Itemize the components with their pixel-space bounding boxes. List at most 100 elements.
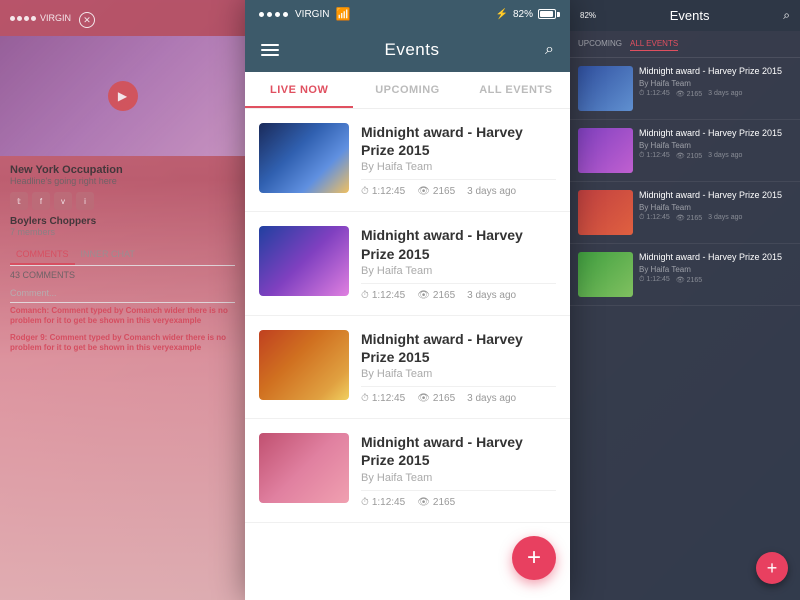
right-item-title-3: Midnight award - Harvey Prize 2015: [639, 190, 792, 202]
right-item-author-3: By Haifa Team: [639, 203, 792, 212]
event-views-4: 👁 2165: [417, 497, 455, 508]
status-bar: VIRGIN 📶 ⚡ 82%: [245, 0, 570, 28]
tab-all-events[interactable]: ALL EVENTS: [462, 72, 570, 108]
event-duration-3: ⏱ 1:12:45: [361, 393, 405, 404]
right-battery: 82%: [580, 11, 596, 20]
event-duration-1: ⏱ 1:12:45: [361, 186, 405, 197]
right-event-item-3[interactable]: Midnight award - Harvey Prize 2015 By Ha…: [570, 182, 800, 244]
time-value: 3 days ago: [467, 186, 516, 197]
search-button[interactable]: ⌕: [545, 41, 554, 59]
event-item-1[interactable]: Midnight award - Harvey Prize 2015 By Ha…: [245, 109, 570, 212]
left-panel-image: ▶: [0, 36, 245, 156]
event-item-2[interactable]: Midnight award - Harvey Prize 2015 By Ha…: [245, 212, 570, 315]
play-button[interactable]: ▶: [108, 81, 138, 111]
menu-line-2: [261, 49, 279, 51]
signal-dots: [10, 16, 36, 21]
event-time-2: 3 days ago: [467, 290, 516, 301]
event-duration-2: ⏱ 1:12:45: [361, 290, 405, 301]
app-title: Events: [385, 40, 440, 60]
battery-fill: [540, 11, 553, 17]
right-item-meta-4: ⏱ 1:12:45 👁 2165: [639, 276, 792, 284]
right-thumb-2: [578, 128, 633, 173]
event-body-2: Midnight award - Harvey Prize 2015 By Ha…: [361, 226, 556, 300]
duration-value: 1:12:45: [372, 497, 405, 508]
inner-chat-tab[interactable]: INNER CHAT: [75, 245, 141, 265]
clock-icon: ⏱: [361, 186, 369, 197]
comment-input[interactable]: Comment...: [10, 284, 235, 303]
tab-live-now[interactable]: LIVE NOW: [245, 72, 353, 108]
right-duration-4: ⏱ 1:12:45: [639, 276, 670, 284]
twitter-icon[interactable]: 𝕥: [10, 192, 28, 210]
right-duration-2: ⏱ 1:12:45: [639, 152, 670, 160]
tab-upcoming[interactable]: UPCOMING: [353, 72, 461, 108]
right-all-tab[interactable]: ALL EVENTS: [630, 37, 678, 51]
vimeo-icon[interactable]: v: [54, 192, 72, 210]
right-item-meta-2: ⏱ 1:12:45 👁 2105 3 days ago: [639, 152, 792, 160]
left-tabs: COMMENTS INNER CHAT: [10, 245, 235, 266]
right-search-icon[interactable]: ⌕: [783, 8, 790, 23]
close-button[interactable]: ✕: [79, 12, 95, 28]
left-subtitle: Headline's going right here: [10, 176, 235, 186]
right-views-2: 👁 2105: [676, 152, 702, 160]
right-thumb-4: [578, 252, 633, 297]
dot3: [24, 16, 29, 21]
right-status: 82%: [580, 11, 596, 20]
right-views-1: 👁 2165: [676, 90, 702, 98]
event-meta-2: ⏱ 1:12:45 👁 2165 3 days ago: [361, 290, 556, 301]
comment-1: Comanch: Comment typed by Comanch wider …: [10, 303, 235, 330]
right-event-item-2[interactable]: Midnight award - Harvey Prize 2015 By Ha…: [570, 120, 800, 182]
share-icon[interactable]: i: [76, 192, 94, 210]
event-author-3: By Haifa Team: [361, 368, 556, 380]
right-fab[interactable]: +: [756, 552, 788, 584]
event-thumb-2: [259, 226, 349, 296]
right-thumb-1: [578, 66, 633, 111]
main-panel: VIRGIN 📶 ⚡ 82% Events ⌕ LIVE NOW UPCOMIN…: [245, 0, 570, 600]
left-carrier: VIRGIN: [40, 13, 71, 23]
right-title: Events: [670, 8, 710, 23]
right-duration-3: ⏱ 1:12:45: [639, 214, 670, 222]
event-thumb-4: [259, 433, 349, 503]
right-item-title-1: Midnight award - Harvey Prize 2015: [639, 66, 792, 78]
duration-value: 1:12:45: [372, 393, 405, 404]
event-views-2: 👁 2165: [417, 290, 455, 301]
right-item-body-1: Midnight award - Harvey Prize 2015 By Ha…: [639, 66, 792, 111]
event-author-2: By Haifa Team: [361, 265, 556, 277]
event-divider-1: [361, 179, 556, 180]
facebook-icon[interactable]: f: [32, 192, 50, 210]
event-item-4[interactable]: Midnight award - Harvey Prize 2015 By Ha…: [245, 419, 570, 522]
members-count: 7 members: [10, 227, 235, 237]
right-item-author-1: By Haifa Team: [639, 79, 792, 88]
eye-icon: 👁: [417, 497, 430, 508]
right-upcoming-tab[interactable]: UPCOMING: [578, 37, 622, 51]
event-thumb-3: [259, 330, 349, 400]
right-event-item-1[interactable]: Midnight award - Harvey Prize 2015 By Ha…: [570, 58, 800, 120]
event-divider-2: [361, 283, 556, 284]
left-title: New York Occupation: [10, 164, 235, 176]
add-event-fab[interactable]: +: [512, 536, 556, 580]
right-event-item-4[interactable]: Midnight award - Harvey Prize 2015 By Ha…: [570, 244, 800, 306]
eye-icon: 👁: [417, 290, 430, 301]
event-meta-4: ⏱ 1:12:45 👁 2165: [361, 497, 556, 508]
menu-button[interactable]: [261, 44, 279, 56]
right-item-author-4: By Haifa Team: [639, 265, 792, 274]
event-item-3[interactable]: Midnight award - Harvey Prize 2015 By Ha…: [245, 316, 570, 419]
event-title-1: Midnight award - Harvey Prize 2015: [361, 123, 556, 159]
event-author-1: By Haifa Team: [361, 161, 556, 173]
signal-dot-3: [275, 12, 280, 17]
event-views-3: 👁 2165: [417, 393, 455, 404]
eye-icon: 👁: [417, 186, 430, 197]
duration-value: 1:12:45: [372, 290, 405, 301]
wifi-icon: 📶: [335, 7, 350, 21]
left-panel-header: VIRGIN ✕: [0, 0, 245, 36]
event-list: Midnight award - Harvey Prize 2015 By Ha…: [245, 109, 570, 600]
comments-tab[interactable]: COMMENTS: [10, 245, 75, 265]
status-left: VIRGIN 📶: [259, 7, 350, 21]
bluetooth-icon: ⚡: [496, 9, 508, 20]
event-title-4: Midnight award - Harvey Prize 2015: [361, 433, 556, 469]
right-item-title-2: Midnight award - Harvey Prize 2015: [639, 128, 792, 140]
menu-line-3: [261, 54, 279, 56]
comment-author-1: Comanch:: [10, 306, 49, 315]
carrier-label: VIRGIN: [295, 9, 329, 20]
right-time-3: 3 days ago: [708, 214, 742, 222]
event-time-3: 3 days ago: [467, 393, 516, 404]
